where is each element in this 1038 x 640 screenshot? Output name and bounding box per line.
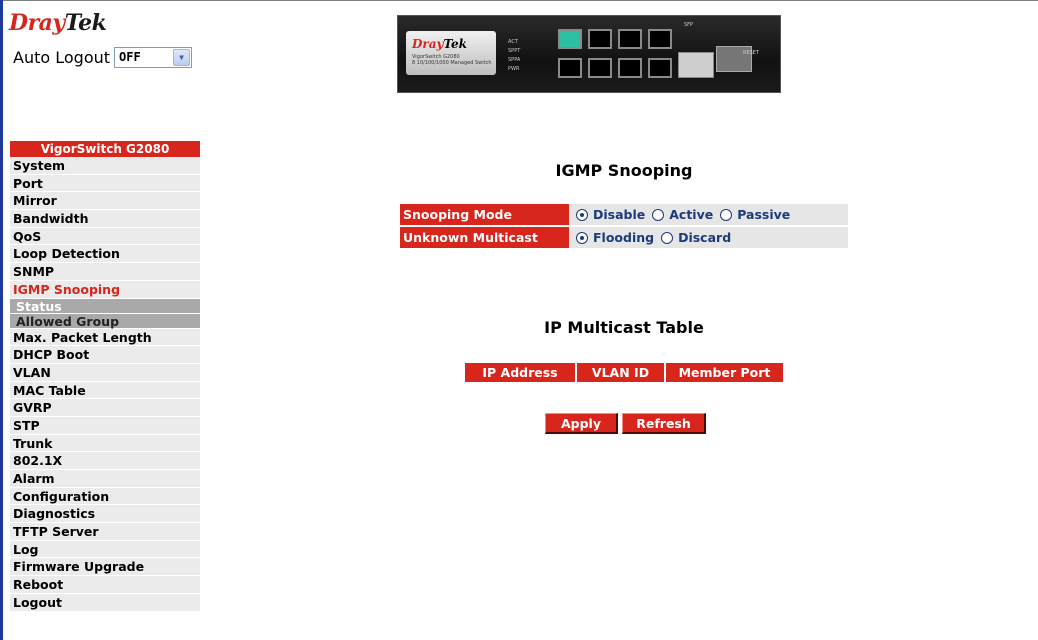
sidebar-item-igmp-snooping[interactable]: IGMP Snooping (10, 280, 200, 299)
sidebar-item-dhcp-boot[interactable]: DHCP Boot (10, 346, 200, 364)
auto-logout-select[interactable]: OFF ▼ (114, 47, 193, 68)
left-frame-border (0, 0, 3, 640)
sidebar-item-mirror[interactable]: Mirror (10, 192, 200, 211)
reset-label: RESET (743, 50, 760, 56)
sidebar-item-mac-table[interactable]: MAC Table (10, 381, 200, 400)
refresh-button[interactable]: Refresh (622, 413, 706, 434)
sidebar-nav: VigorSwitch G2080 System Port Mirror Ban… (10, 141, 200, 612)
unknown-multicast-label: Unknown Multicast (400, 227, 569, 248)
multicast-table-header: IP Address VLAN ID Member Port (465, 363, 783, 382)
unknown-multicast-options: Flooding Discard (569, 227, 848, 248)
snooping-mode-active-radio[interactable]: Active (652, 207, 713, 222)
device-led-labels: ACT SPPT SPPA PWR (508, 39, 521, 72)
sidebar-item-trunk[interactable]: Trunk (10, 434, 200, 453)
sidebar-subitem-status[interactable]: Status (10, 298, 200, 314)
chevron-down-icon[interactable]: ▼ (173, 49, 191, 66)
sidebar-item-logout[interactable]: Logout (10, 593, 200, 612)
col-ip-address: IP Address (465, 363, 577, 382)
auto-logout-label: Auto Logout (13, 48, 111, 67)
multicast-table-title: IP Multicast Table (544, 318, 704, 337)
unknown-multicast-flooding-radio[interactable]: Flooding (576, 230, 654, 245)
snooping-mode-disable-radio[interactable]: Disable (576, 207, 645, 222)
sidebar-item-reboot[interactable]: Reboot (10, 576, 200, 594)
switch-device-image: DrayTek VigorSwitch G2080 8 10/100/1000 … (397, 15, 781, 93)
apply-button[interactable]: Apply (545, 413, 618, 434)
device-faceplate: DrayTek VigorSwitch G2080 8 10/100/1000 … (406, 31, 496, 75)
snooping-mode-options: Disable Active Passive (569, 204, 848, 225)
unknown-multicast-row: Unknown Multicast Flooding Discard (400, 227, 848, 248)
ethernet-port-icon (558, 58, 582, 78)
ethernet-port-icon (648, 58, 672, 78)
device-logo: DrayTek (412, 37, 467, 51)
ethernet-port-icon (618, 29, 642, 49)
ethernet-port-icon (648, 29, 672, 49)
ethernet-port-icon (618, 58, 642, 78)
ethernet-port-icon (588, 58, 612, 78)
auto-logout: Auto Logout OFF ▼ (13, 47, 193, 68)
sidebar-item-vlan[interactable]: VLAN (10, 363, 200, 382)
sfp-label: SFP (684, 22, 694, 28)
sidebar-item-loop-detection[interactable]: Loop Detection (10, 245, 200, 264)
sfp-port-icon (678, 52, 714, 78)
sidebar-item-snmp[interactable]: SNMP (10, 263, 200, 281)
sidebar-item-stp[interactable]: STP (10, 416, 200, 435)
sidebar-item-qos[interactable]: QoS (10, 227, 200, 246)
sidebar-item-diagnostics[interactable]: Diagnostics (10, 505, 200, 524)
snooping-mode-passive-radio[interactable]: Passive (720, 207, 790, 222)
draytek-logo: DrayTek (9, 10, 107, 36)
sidebar-item-8021x[interactable]: 802.1X (10, 452, 200, 470)
radio-selected-icon[interactable] (576, 231, 588, 244)
sidebar-subitem-allowed-group[interactable]: Allowed Group (10, 313, 200, 329)
sidebar-item-bandwidth[interactable]: Bandwidth (10, 210, 200, 228)
snooping-mode-row: Snooping Mode Disable Active Passive (400, 204, 848, 225)
sidebar-title: VigorSwitch G2080 (10, 141, 200, 157)
col-vlan-id: VLAN ID (577, 363, 666, 382)
radio-unselected-icon[interactable] (720, 208, 733, 221)
sidebar-item-system[interactable]: System (10, 157, 200, 175)
sidebar-item-gvrp[interactable]: GVRP (10, 399, 200, 417)
page-title: IGMP Snooping (555, 161, 693, 180)
sidebar-item-configuration[interactable]: Configuration (10, 487, 200, 506)
device-model-text: VigorSwitch G2080 8 10/100/1000 Managed … (412, 54, 492, 66)
radio-selected-icon[interactable] (576, 208, 588, 221)
snooping-settings-table: Snooping Mode Disable Active Passive Unk… (400, 204, 848, 250)
radio-unselected-icon[interactable] (652, 208, 665, 221)
sidebar-item-tftp-server[interactable]: TFTP Server (10, 523, 200, 541)
snooping-mode-label: Snooping Mode (400, 204, 569, 225)
top-border (0, 0, 1038, 8)
sidebar-item-max-packet-length[interactable]: Max. Packet Length (10, 328, 200, 347)
radio-unselected-icon[interactable] (661, 231, 674, 244)
ethernet-port-icon (588, 29, 612, 49)
sidebar-item-alarm[interactable]: Alarm (10, 470, 200, 488)
auto-logout-value: OFF (119, 50, 141, 64)
sidebar-item-log[interactable]: Log (10, 540, 200, 559)
ethernet-port-icon (558, 29, 582, 49)
col-member-port: Member Port (666, 363, 783, 382)
sidebar-item-port[interactable]: Port (10, 174, 200, 193)
unknown-multicast-discard-radio[interactable]: Discard (661, 230, 731, 245)
sidebar-item-firmware-upgrade[interactable]: Firmware Upgrade (10, 558, 200, 577)
